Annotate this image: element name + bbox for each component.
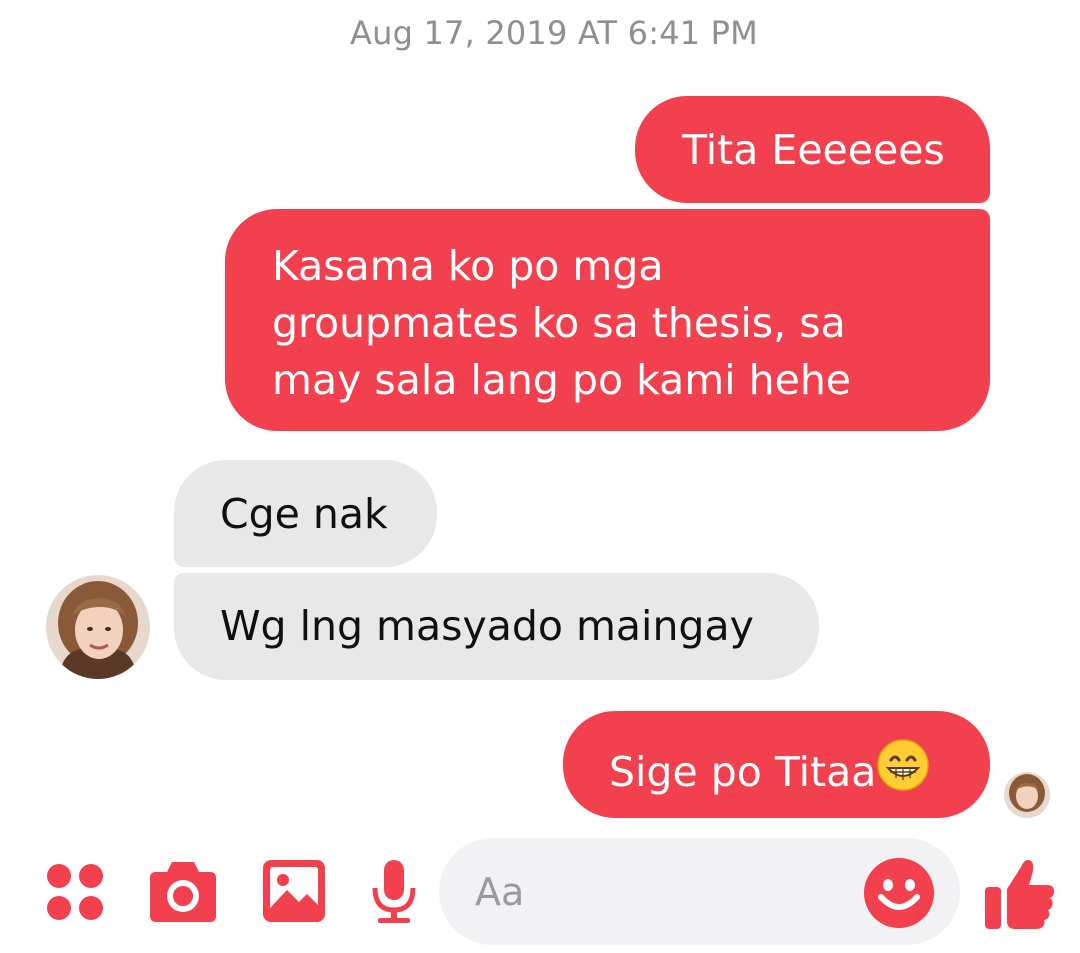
outgoing-message-bubble[interactable]: Tita Eeeeees: [635, 96, 990, 203]
grinning-face-emoji-icon: [876, 738, 930, 792]
contact-avatar[interactable]: [46, 575, 150, 679]
seen-receipt-avatar: [1004, 772, 1050, 818]
image-gallery-icon[interactable]: [263, 860, 325, 922]
message-composer: [439, 838, 960, 945]
chat-screen: Aug 17, 2019 AT 6:41 PM Tita Eeeeees Kas…: [0, 0, 1080, 953]
outgoing-message-bubble[interactable]: Kasama ko po mga groupmates ko sa thesis…: [225, 209, 990, 431]
microphone-icon[interactable]: [370, 860, 418, 924]
incoming-message-bubble[interactable]: Cge nak: [174, 460, 437, 567]
message-text: Sige po Titaa: [609, 748, 877, 796]
message-input[interactable]: [473, 860, 857, 924]
outgoing-message-bubble[interactable]: Sige po Titaa: [563, 711, 990, 818]
thumbs-up-icon[interactable]: [985, 855, 1055, 929]
camera-icon[interactable]: [150, 860, 216, 922]
incoming-message-bubble[interactable]: Wg lng masyado maingay: [174, 573, 819, 680]
four-dots-menu-icon[interactable]: [45, 862, 105, 922]
emoji-smiley-icon[interactable]: [863, 857, 935, 929]
message-timestamp: Aug 17, 2019 AT 6:41 PM: [350, 14, 758, 52]
